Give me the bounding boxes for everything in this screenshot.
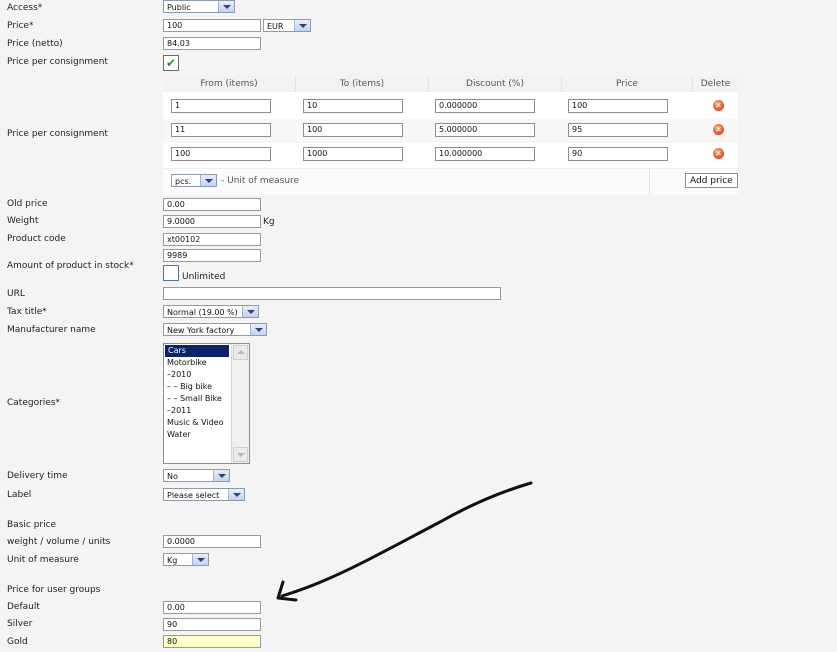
annotation-arrow — [276, 481, 533, 602]
